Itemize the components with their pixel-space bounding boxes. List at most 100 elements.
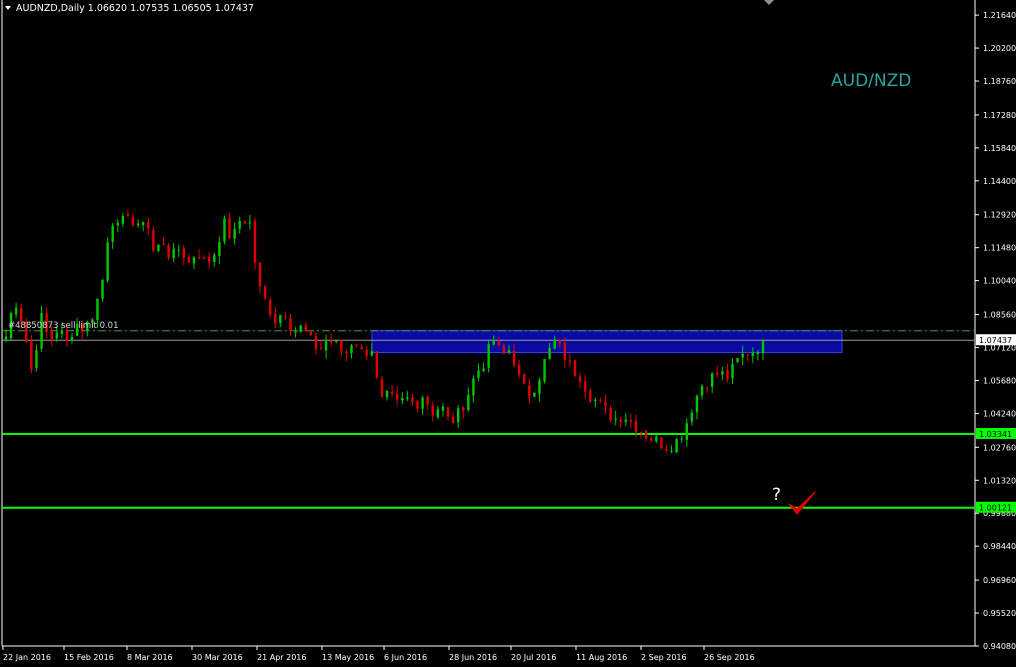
candle-body [497,340,501,346]
candle-body [258,262,262,287]
candle-body [263,286,267,299]
support-1-tag: 1.03341 [976,428,1016,440]
candle-body [492,340,495,345]
support-2-tag-label: 1.00121 [979,504,1012,513]
current-price-tag: 1.07437 [976,334,1016,346]
candle [309,330,313,336]
x-tick-label: 22 Jan 2016 [3,653,51,662]
candle-body [141,222,145,226]
candle [152,226,155,253]
candle-body [533,392,536,397]
x-tick-label: 28 Jun 2016 [449,653,497,662]
candle-body [30,340,33,370]
candle-body [543,359,546,382]
candle-body [512,351,516,366]
price-chart[interactable]: 1.21640 1.20200 1.18760 1.17280 1.15840 1.144… [0,0,1016,667]
candle-body [182,248,186,258]
y-tick-label: 0.94080 [983,642,1016,651]
candle-body [131,217,135,226]
candle-body [553,339,556,349]
candle-body [650,438,653,441]
candle-body [578,376,582,382]
candle [253,217,257,270]
candle-body [121,215,125,224]
candle [523,373,526,385]
candle-body [380,378,384,397]
candle-body [396,393,399,400]
candle-body [147,222,150,229]
order-label: #48850873 sell limit 0.01 [8,321,119,331]
candle-body [731,363,734,379]
candle-body [294,331,297,333]
candle-body [624,419,628,422]
candle-body [411,396,414,403]
candle-body [705,387,709,389]
candle [299,324,302,332]
y-tick-label: 1.10040 [983,277,1016,286]
candle-body [157,244,160,252]
y-tick-label: 1.05680 [983,376,1016,385]
candle-body [680,438,683,440]
candle [543,358,546,384]
candle-body [756,351,760,354]
candle [30,335,33,374]
x-tick-label: 13 May 2016 [322,653,374,662]
candle-body [695,395,699,413]
y-tick-label: 1.02760 [983,443,1016,452]
candle-body [441,406,445,411]
candle-body [726,369,729,380]
candle-body [299,325,302,332]
candle-body [436,409,440,418]
candle-body [20,307,23,322]
candle-body [167,245,170,258]
resistance-zone[interactable] [371,330,843,354]
candle-body [96,298,99,321]
candle-body [177,249,180,251]
candle-body [248,222,252,224]
candle-body [609,408,612,421]
candle-body [594,399,597,402]
candle-body [35,350,38,368]
candle-body [451,416,455,424]
candle-body [604,401,607,407]
candle-body [365,349,368,356]
candle [106,237,109,283]
candle-body [629,420,633,422]
x-tick-label: 21 Apr 2016 [257,653,306,662]
candle-body [548,347,551,359]
candle-body [746,354,749,356]
candle-body [314,335,318,350]
candle-body [202,257,206,259]
x-tick-label: 2 Sep 2016 [641,653,687,662]
question-mark: ? [772,485,781,505]
candle [263,284,267,301]
candle-body [50,330,53,339]
y-tick-label: 1.11480 [983,244,1016,253]
candle-body [614,418,617,420]
candle-body [340,340,343,352]
candle-body [162,243,165,246]
candle-body [218,242,221,256]
candle-body [644,430,648,438]
candle-body [685,423,688,440]
current-price-tag-label: 1.07437 [979,336,1012,345]
support-1-tag-label: 1.03341 [979,430,1012,439]
x-tick-label: 30 Mar 2016 [192,653,243,662]
y-tick-label: 0.95520 [983,609,1016,618]
candle-body [446,407,450,417]
y-tick-label: 1.20200 [983,44,1016,53]
candle [375,350,379,379]
candle-body [253,220,257,263]
candle-body [208,256,211,263]
candle-body [152,229,155,251]
candle-body [568,360,572,362]
candle-body [390,391,394,394]
y-tick-label: 1.08560 [983,311,1016,320]
candle-body [268,299,272,316]
candle-body [670,450,673,452]
x-tick-label: 15 Feb 2016 [64,653,114,662]
candle-body [502,345,506,354]
y-tick-label: 1.18760 [983,77,1016,86]
x-tick-label: 26 Sep 2016 [704,653,755,662]
candle-body [279,315,282,324]
